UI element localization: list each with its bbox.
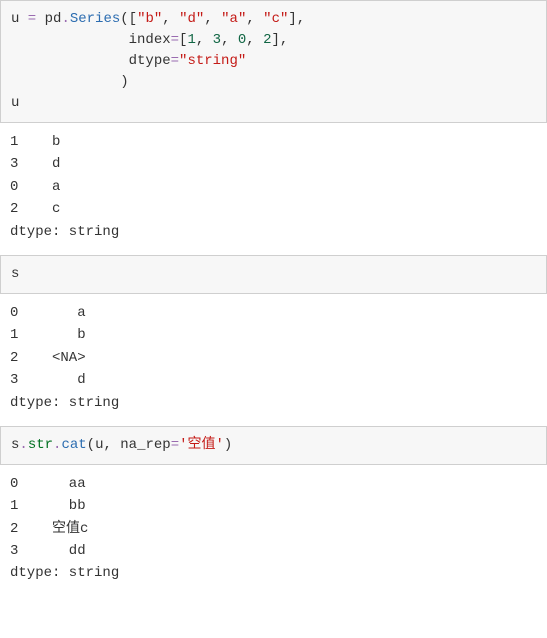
indent [11,74,120,90]
code-cell-2: s 0 a 1 b 2 <NA> 3 d dtype: string [0,255,547,426]
token-open-paren: ( [87,437,95,453]
token-num: 3 [213,32,221,48]
token-kwarg: na_rep [120,437,170,453]
token-str: '空值' [179,437,224,453]
token-op: = [171,32,179,48]
token-var: s [11,266,19,282]
token-op: = [19,11,44,27]
token-comma: , [204,11,221,27]
token-comma: , [162,11,179,27]
token-func-series: Series [70,11,120,27]
token-dot: . [61,11,69,27]
token-comma: , [246,32,263,48]
token-dot: . [19,437,27,453]
token-str: "c" [263,11,288,27]
token-num: 1 [187,32,195,48]
token-comma: , [103,437,120,453]
indent [11,32,129,48]
token-kwarg: dtype [129,53,171,69]
token-comma: , [221,32,238,48]
code-output-3: 0 aa 1 bb 2 空值c 3 dd dtype: string [0,465,547,597]
token-str: "string" [179,53,246,69]
token-close-paren: ) [224,437,232,453]
token-bracket: ], [272,32,289,48]
token-var: u [11,95,19,111]
code-input-2: s [0,255,547,294]
code-cell-1: u = pd.Series(["b", "d", "a", "c"], inde… [0,0,547,255]
code-output-1: 1 b 3 d 0 a 2 c dtype: string [0,123,547,255]
token-num: 2 [263,32,271,48]
token-close-paren: ) [120,74,128,90]
token-str: "a" [221,11,246,27]
token-bracket: ], [288,11,305,27]
token-str: "b" [137,11,162,27]
token-comma: , [246,11,263,27]
indent [11,53,129,69]
token-func-cat: cat [61,437,86,453]
code-cell-3: s.str.cat(u, na_rep='空值') 0 aa 1 bb 2 空值… [0,426,547,597]
token-bracket: ([ [120,11,137,27]
code-input-1: u = pd.Series(["b", "d", "a", "c"], inde… [0,0,547,123]
token-op: = [171,53,179,69]
token-comma: , [196,32,213,48]
code-input-3: s.str.cat(u, na_rep='空值') [0,426,547,465]
token-str-accessor: str [28,437,53,453]
token-str: "d" [179,11,204,27]
token-pd: pd [45,11,62,27]
code-output-2: 0 a 1 b 2 <NA> 3 d dtype: string [0,294,547,426]
token-kwarg: index [129,32,171,48]
token-op: = [171,437,179,453]
